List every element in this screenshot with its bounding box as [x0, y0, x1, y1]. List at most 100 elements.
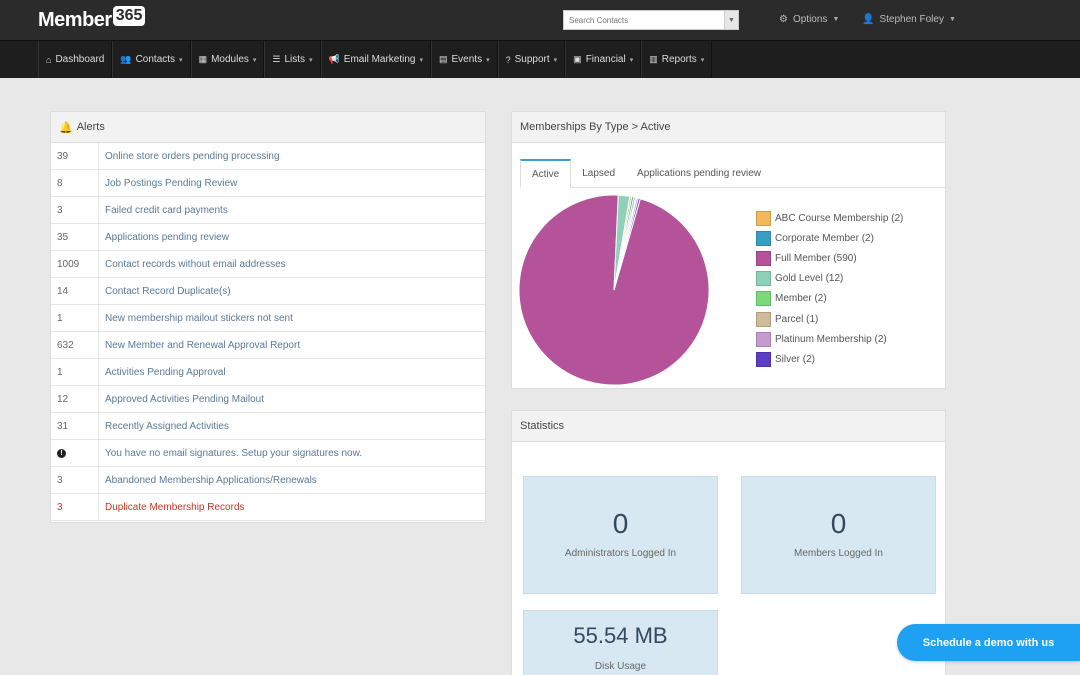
alert-link[interactable]: Recently Assigned Activities — [99, 413, 229, 439]
stat-value: 0 — [612, 508, 629, 539]
user-icon: 👤 — [862, 14, 875, 25]
memberships-header: Memberships By Type > Active — [512, 112, 945, 143]
statistics-header: Statistics — [512, 411, 945, 442]
alert-link[interactable]: Duplicate Membership Records — [99, 494, 245, 520]
alerts-panel: 🔔 Alerts 39 Online store orders pending p… — [50, 111, 486, 523]
alert-row[interactable]: 3 Duplicate Membership Records — [51, 494, 485, 521]
alert-row[interactable]: 632 New Member and Renewal Approval Repor… — [51, 332, 485, 359]
alert-link[interactable]: Contact records without email addresses — [99, 251, 286, 277]
legend-swatch — [756, 351, 771, 367]
alert-row[interactable]: ! You have no email signatures. Setup you… — [51, 440, 485, 467]
logo[interactable]: Member 365 — [38, 6, 146, 33]
alert-row[interactable]: 3 Abandoned Membership Applications/Renew… — [51, 467, 485, 494]
options-menu[interactable]: ⚙ Options ▼ — [779, 14, 839, 25]
nav-item-label: Lists — [284, 54, 306, 65]
chevron-down-icon: ▾ — [553, 56, 558, 64]
alert-link[interactable]: New membership mailout stickers not sent — [99, 305, 293, 331]
alert-row[interactable]: 3 Failed credit card payments — [51, 197, 485, 224]
chevron-down-icon: ▾ — [179, 56, 183, 64]
stat-value: 0 — [830, 508, 847, 539]
legend-swatch — [756, 291, 771, 307]
alert-link[interactable]: Job Postings Pending Review — [99, 170, 237, 196]
search-box: ▼ — [563, 10, 739, 30]
legend-swatch — [756, 311, 771, 327]
alert-row[interactable]: 31 Recently Assigned Activities — [51, 413, 485, 440]
legend-label: Silver (2) — [775, 353, 816, 365]
chevron-down-icon: ▾ — [629, 56, 634, 64]
alert-row[interactable]: 12 Approved Activities Pending Mailout — [51, 386, 485, 413]
legend-item[interactable]: ABC Course Membership (2) — [756, 208, 903, 228]
user-name: Stephen Foley — [879, 14, 944, 25]
alert-count: 1009 — [51, 251, 99, 277]
alert-link[interactable]: Failed credit card payments — [99, 197, 228, 223]
legend-item[interactable]: Corporate Member (2) — [756, 228, 903, 248]
memberships-panel: Memberships By Type > Active Active Lapse… — [511, 111, 946, 389]
nav-item-events[interactable]: ▤ Events ▾ — [431, 41, 498, 78]
nav-item-lists[interactable]: ☰ Lists ▾ — [264, 41, 321, 78]
tab-lapsed[interactable]: Lapsed — [571, 159, 626, 188]
nav-item-dashboard[interactable]: ⌂ Dashboard — [38, 41, 113, 78]
legend-item[interactable]: Silver (2) — [756, 349, 903, 369]
chevron-down-icon: ▾ — [700, 56, 705, 64]
alert-count: 14 — [51, 278, 99, 304]
user-menu[interactable]: 👤 Stephen Foley ▼ — [862, 14, 956, 25]
alert-row[interactable]: 1009 Contact records without email addres… — [51, 251, 485, 278]
alert-row[interactable]: 39 Online store orders pending processing — [51, 143, 485, 170]
alert-link[interactable]: Online store orders pending processing — [99, 143, 280, 169]
dashboard-icon: ⌂ — [46, 54, 52, 65]
legend-item[interactable]: Parcel (1) — [756, 309, 903, 329]
alert-row[interactable]: 1 New membership mailout stickers not sen… — [51, 305, 485, 332]
top-bar: Member 365 ▼ ⚙ Options ▼ 👤 Stephen Foley… — [0, 0, 1080, 40]
nav-item-label: Events — [451, 54, 483, 65]
legend-item[interactable]: Platinum Membership (2) — [756, 329, 903, 349]
alert-row[interactable]: 8 Job Postings Pending Review — [51, 170, 485, 197]
alert-link[interactable]: Applications pending review — [99, 224, 229, 250]
nav-item-contacts[interactable]: 👥 Contacts ▾ — [112, 41, 191, 78]
statistics-title: Statistics — [520, 420, 565, 432]
schedule-demo-button[interactable]: Schedule a demo with us — [897, 624, 1080, 661]
alert-count: 1 — [51, 359, 99, 385]
info-icon: ! — [51, 440, 99, 466]
legend-item[interactable]: Member (2) — [756, 289, 903, 309]
alert-link[interactable]: You have no email signatures. Setup your… — [99, 440, 362, 466]
alert-link[interactable]: Approved Activities Pending Mailout — [99, 386, 264, 412]
alert-row[interactable]: 14 Contact Record Duplicate(s) — [51, 278, 485, 305]
stat-members-logged-in: 0 Members Logged In — [741, 476, 936, 594]
chart-legend: ABC Course Membership (2) Corporate Membe… — [756, 208, 903, 370]
alert-link[interactable]: Activities Pending Approval — [99, 359, 226, 385]
legend-item[interactable]: Full Member (590) — [756, 248, 903, 268]
alert-link[interactable]: Abandoned Membership Applications/Renewa… — [99, 467, 317, 493]
alert-link[interactable]: New Member and Renewal Approval Report — [99, 332, 300, 358]
alert-row[interactable]: 1 Activities Pending Approval — [51, 359, 485, 386]
stat-label: Disk Usage — [594, 661, 647, 672]
alert-count: 12 — [51, 386, 99, 412]
stat-label: Members Logged In — [794, 548, 883, 559]
nav-item-financial[interactable]: ▣ Financial ▾ — [565, 41, 642, 78]
question-icon: ? — [505, 54, 511, 65]
tab-active[interactable]: Active — [520, 159, 572, 188]
chevron-down-icon: ▼ — [728, 16, 735, 24]
legend-item[interactable]: Gold Level (12) — [756, 269, 903, 289]
alert-count: 31 — [51, 413, 99, 439]
legend-swatch — [756, 210, 771, 226]
nav-item-label: Dashboard — [55, 54, 105, 65]
alert-row[interactable]: 35 Applications pending review — [51, 224, 485, 251]
search-input[interactable] — [564, 11, 724, 29]
nav-item-label: Email Marketing — [343, 54, 416, 65]
search-dropdown-toggle[interactable]: ▼ — [724, 11, 738, 29]
alert-count: 35 — [51, 224, 99, 250]
nav-item-reports[interactable]: ▥ Reports ▾ — [641, 41, 713, 78]
alerts-list: 39 Online store orders pending processing… — [51, 143, 485, 521]
money-icon: ▣ — [573, 54, 582, 64]
options-label: Options — [792, 14, 828, 25]
nav-item-modules[interactable]: ▦ Modules ▾ — [190, 41, 265, 78]
alert-link[interactable]: Contact Record Duplicate(s) — [99, 278, 231, 304]
main-nav: ⌂ Dashboard 👥 Contacts ▾ ▦ Modules ▾ ☰ Lists ▾ 📢 Ema… — [0, 40, 1080, 78]
tab-applications-pending-review[interactable]: Applications pending review — [626, 159, 772, 188]
legend-label: ABC Course Membership (2) — [775, 212, 904, 224]
alert-count: 3 — [51, 197, 99, 223]
nav-item-email-marketing[interactable]: 📢 Email Marketing ▾ — [320, 41, 431, 78]
gear-icon: ⚙ — [779, 14, 788, 25]
nav-item-support[interactable]: ? Support ▾ — [497, 41, 566, 78]
chevron-down-icon: ▼ — [832, 16, 840, 23]
